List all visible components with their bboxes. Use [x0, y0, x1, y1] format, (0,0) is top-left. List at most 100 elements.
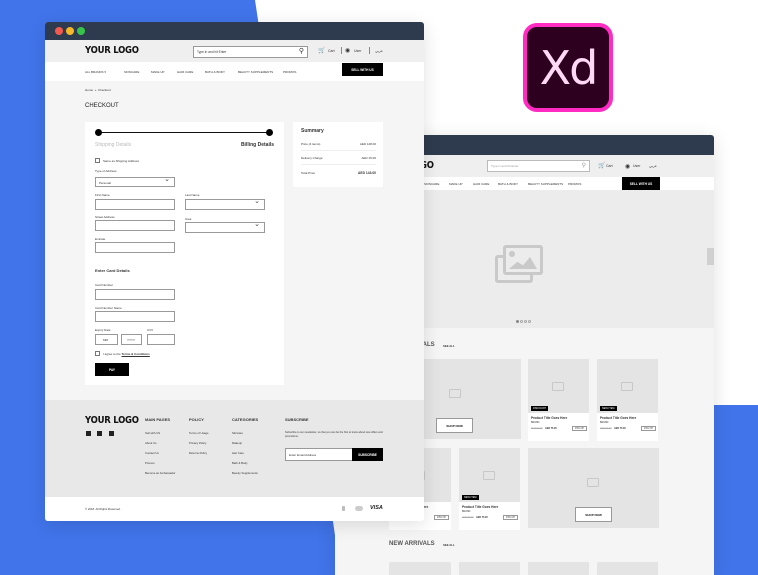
card-name-input[interactable]	[95, 311, 175, 322]
cart-link[interactable]: Cart	[328, 49, 335, 53]
nav-makeup[interactable]: MAKE UP	[151, 70, 165, 74]
card-name-label: Card Number Name	[95, 306, 122, 310]
site-logo[interactable]: YOUR LOGO	[85, 45, 139, 56]
step-dot-billing[interactable]	[266, 129, 273, 136]
nav-promos[interactable]: PROMOS	[283, 70, 296, 74]
pay-button[interactable]: PAY	[95, 363, 129, 376]
cvv-label: CVV	[147, 328, 154, 332]
nav-beauty-supplements[interactable]: BEAUTY SUPPLEMENTS	[528, 182, 563, 186]
twitter-icon[interactable]	[97, 431, 102, 436]
card-number-input[interactable]	[95, 289, 175, 300]
user-icon[interactable]: ◉	[345, 47, 350, 54]
cart-icon[interactable]: 🛒	[318, 47, 325, 54]
step-label-shipping[interactable]: Shipping Details	[95, 142, 131, 148]
shop-now-button[interactable]: SHOP NOW	[575, 507, 612, 522]
product-card[interactable]: NEW ITEM Product Title Goes Here BRAND A…	[459, 448, 520, 530]
footer-link[interactable]: Contact Us	[145, 451, 159, 455]
footer-link[interactable]: Promos	[145, 461, 155, 465]
shop-now-button[interactable]: SHOP NOW	[436, 418, 473, 433]
nav-makeup[interactable]: MAKE UP	[449, 182, 463, 186]
footer-link[interactable]: Hair Care	[232, 451, 244, 455]
nav-promos[interactable]: PROMOS	[568, 182, 581, 186]
product-title[interactable]: Product Title Goes Here	[600, 416, 636, 420]
footer-link[interactable]: About Us	[145, 441, 157, 445]
agree-terms-checkbox[interactable]	[95, 351, 100, 356]
footer-link[interactable]: Terms of Usage	[189, 431, 209, 435]
section-title-new-arrivals-2: NEW ARRIVALS	[389, 541, 435, 547]
cart-icon[interactable]: 🛒	[598, 162, 605, 169]
nav-all-brands-label: ALL BRANDS	[85, 70, 104, 74]
sell-with-us-button[interactable]: SELL WITH US	[342, 63, 383, 76]
search-input[interactable]: Type in and hit Enter ⚲	[487, 160, 590, 172]
product-badge: DISCOUNT	[531, 406, 549, 411]
street-address-input[interactable]	[95, 220, 175, 231]
cvv-input[interactable]	[147, 334, 175, 345]
nav-all-brands[interactable]: ALL BRANDS ▾	[85, 70, 106, 74]
footer-link[interactable]: Become an Ambassador	[145, 471, 175, 475]
footer-link[interactable]: Sell with US	[145, 431, 160, 435]
product-price: AED 75.00	[545, 427, 557, 430]
user-icon[interactable]: ◉	[625, 163, 630, 170]
image-placeholder-icon	[495, 245, 543, 283]
nav-bath-body[interactable]: BATH & BODY	[498, 182, 518, 186]
last-name-select[interactable]	[185, 197, 265, 210]
see-all-link[interactable]: SEE ALL	[443, 543, 455, 547]
terms-link[interactable]: Terms & Conditions	[122, 352, 150, 356]
divider	[369, 47, 370, 54]
product-card[interactable]: DISCOUNT Product Title Goes Here BRAND A…	[528, 359, 589, 441]
expiry-month-input[interactable]: MM	[95, 334, 118, 345]
expiry-year-input[interactable]: YYYY	[121, 334, 142, 345]
product-badge: NEW ITEM	[462, 495, 479, 500]
cart-link[interactable]: Cart	[606, 164, 613, 168]
facebook-icon[interactable]	[86, 431, 91, 436]
product-badge: NEW ITEM	[600, 406, 617, 411]
product-title[interactable]: Product Title Goes Here	[531, 416, 567, 420]
image-icon	[483, 471, 495, 480]
footer-link[interactable]: Privacy Policy	[189, 441, 206, 445]
billing-form-card: Shipping Details Billing Details Same as…	[85, 122, 284, 385]
product-title[interactable]: Product Title Goes Here	[462, 505, 498, 509]
footer-subscribe-title: SUBSCRIBE	[285, 417, 309, 422]
language-toggle[interactable]: عربي	[649, 164, 657, 168]
slider-next-arrow[interactable]	[707, 248, 714, 265]
footer-link[interactable]: Skincare	[232, 431, 243, 435]
search-icon[interactable]: ⚲	[582, 162, 586, 169]
nav-hair-care[interactable]: HAIR CARE	[177, 70, 193, 74]
subscribe-email-input[interactable]: Enter Email Address	[285, 448, 353, 461]
footer-logo[interactable]: YOUR LOGO	[85, 415, 139, 426]
user-link[interactable]: User	[633, 164, 640, 168]
image-icon	[621, 382, 633, 391]
linkedin-icon[interactable]	[109, 431, 114, 436]
see-all-link[interactable]: SEE ALL	[443, 344, 455, 348]
minimize-dot-icon[interactable]	[66, 27, 74, 35]
language-toggle[interactable]: عربي	[375, 49, 383, 53]
nav-skincare[interactable]: SKINCARE	[124, 70, 139, 74]
footer-link[interactable]: Beauty Supplements	[232, 471, 258, 475]
first-name-input[interactable]	[95, 199, 175, 210]
sell-with-us-button[interactable]: SELL WITH US	[622, 177, 660, 190]
maximize-dot-icon[interactable]	[77, 27, 85, 35]
step-label-billing[interactable]: Billing Details	[241, 142, 274, 148]
user-link[interactable]: User	[354, 49, 361, 53]
nav-bath-body[interactable]: BATH & BODY	[205, 70, 225, 74]
footer-link[interactable]: Returns Policy	[189, 451, 207, 455]
type-of-address-select[interactable]: Personal	[95, 175, 175, 187]
nav-beauty-supplements[interactable]: BEAUTY SUPPLEMENTS	[238, 70, 273, 74]
emirate-input[interactable]	[95, 242, 175, 253]
slider-dots[interactable]	[516, 320, 531, 323]
nav-hair-care[interactable]: HAIR CARE	[473, 182, 489, 186]
promo-tile[interactable]: SHOP NOW	[528, 448, 659, 528]
area-select[interactable]	[185, 220, 265, 233]
search-input[interactable]: Type in and hit Enter ⚲	[193, 46, 308, 58]
search-icon[interactable]: ⚲	[299, 47, 304, 55]
product-card[interactable]: NEW ITEM Product Title Goes Here BRAND A…	[597, 359, 658, 441]
summary-total-value: AED 143.00	[358, 171, 376, 175]
footer-link[interactable]: Bath & Body	[232, 461, 248, 465]
nav-skincare[interactable]: SKINCARE	[424, 182, 439, 186]
step-dot-shipping[interactable]	[95, 129, 102, 136]
footer-link[interactable]: Makeup	[232, 441, 242, 445]
same-address-checkbox[interactable]	[95, 158, 100, 163]
subscribe-button[interactable]: SUBSCRIBE	[352, 448, 383, 461]
close-dot-icon[interactable]	[55, 27, 63, 35]
breadcrumb-home[interactable]: Home	[85, 88, 93, 92]
